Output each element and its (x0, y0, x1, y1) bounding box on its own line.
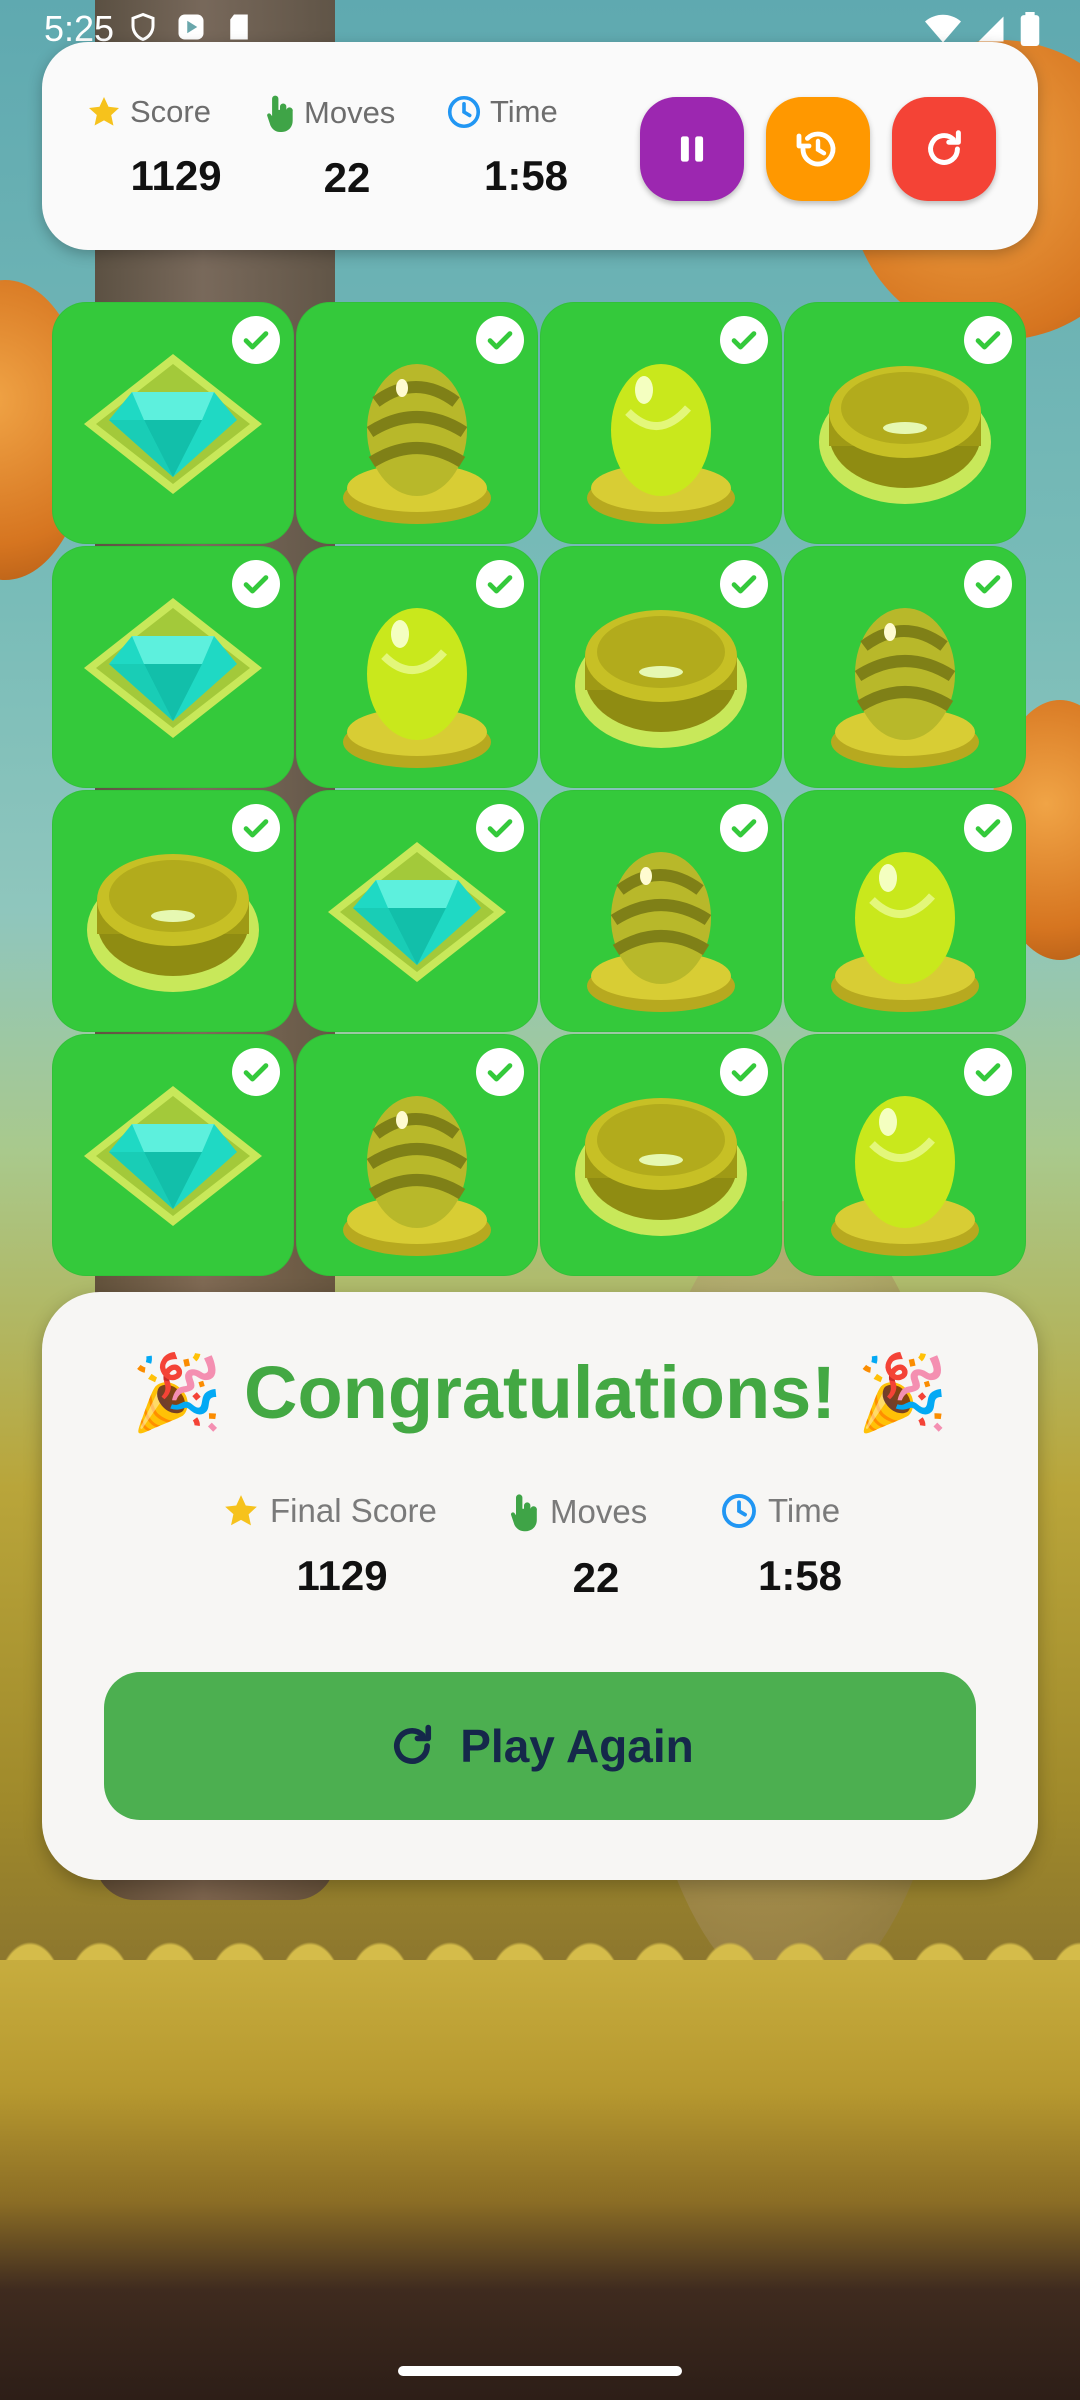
final-moves-value: 22 (572, 1554, 620, 1601)
score-value: 1129 (130, 152, 222, 199)
board-tile[interactable] (296, 1034, 538, 1276)
final-score-label: Final Score (270, 1492, 437, 1529)
pause-icon (680, 136, 704, 162)
board-tile[interactable] (540, 1034, 782, 1276)
check-icon (232, 316, 280, 364)
party-popper-icon: 🎉 (856, 1351, 949, 1434)
final-moves-label: Moves (550, 1493, 648, 1530)
congratulations-title: 🎉 Congratulations! 🎉 (42, 1350, 1038, 1437)
ground (0, 1960, 1080, 2400)
congratulations-dialog: 🎉 Congratulations! 🎉 Final Score 1129 Mo… (42, 1292, 1038, 1880)
check-icon (232, 804, 280, 852)
tap-hand-icon (267, 95, 293, 132)
check-icon (476, 316, 524, 364)
star-icon (225, 1495, 257, 1526)
check-icon (720, 804, 768, 852)
party-popper-icon: 🎉 (131, 1351, 224, 1434)
check-icon (232, 560, 280, 608)
final-time-value: 1:58 (757, 1552, 843, 1599)
sd-card-icon (224, 12, 254, 42)
board-tile[interactable] (540, 546, 782, 788)
refresh-icon (394, 1724, 432, 1764)
board-tile[interactable] (296, 302, 538, 544)
board-tile[interactable] (52, 790, 294, 1032)
check-icon (232, 1048, 280, 1096)
final-time-stat: Time 1:58 (720, 1492, 880, 1600)
check-icon (964, 316, 1012, 364)
refresh-icon (928, 130, 961, 165)
shield-icon (128, 12, 158, 42)
pause-button[interactable] (640, 97, 744, 201)
final-score-value: 1129 (296, 1552, 388, 1599)
clock-icon (447, 95, 481, 129)
score-label: Score (130, 94, 211, 129)
play-again-button[interactable]: Play Again (104, 1672, 976, 1820)
final-time-label: Time (768, 1492, 841, 1529)
check-icon (964, 804, 1012, 852)
board-tile[interactable] (784, 546, 1026, 788)
board-tile[interactable] (52, 546, 294, 788)
check-icon (720, 560, 768, 608)
game-board (52, 302, 1028, 1278)
board-tile[interactable] (296, 546, 538, 788)
moves-stat: Moves 22 (264, 94, 430, 202)
board-tile[interactable] (540, 302, 782, 544)
check-icon (964, 1048, 1012, 1096)
final-moves-stat: Moves 22 (508, 1492, 684, 1602)
board-tile[interactable] (540, 790, 782, 1032)
board-tile[interactable] (52, 302, 294, 544)
check-icon (476, 804, 524, 852)
board-tile[interactable] (784, 790, 1026, 1032)
time-value: 1:58 (483, 152, 569, 199)
battery-icon (1020, 12, 1040, 51)
board-tile[interactable] (784, 1034, 1026, 1276)
clock-icon (722, 1494, 756, 1528)
score-bar: Score 1129 Moves 22 Time 1:58 (42, 42, 1038, 250)
time-label: Time (490, 94, 558, 129)
history-button[interactable] (766, 97, 870, 201)
history-icon (796, 131, 836, 167)
check-icon (476, 1048, 524, 1096)
check-icon (964, 560, 1012, 608)
play-store-icon (176, 12, 206, 42)
star-icon (89, 97, 119, 126)
final-score-stat: Final Score 1129 (222, 1492, 462, 1600)
check-icon (720, 316, 768, 364)
moves-value: 22 (323, 154, 371, 201)
tap-hand-icon (510, 1494, 537, 1532)
board-tile[interactable] (784, 302, 1026, 544)
check-icon (476, 560, 524, 608)
play-again-label: Play Again (460, 1720, 694, 1772)
score-stat: Score 1129 (86, 94, 266, 200)
board-tile[interactable] (296, 790, 538, 1032)
restart-button[interactable] (892, 97, 996, 201)
board-tile[interactable] (52, 1034, 294, 1276)
moves-label: Moves (304, 95, 396, 130)
time-stat: Time 1:58 (446, 94, 606, 200)
congratulations-text: Congratulations! (244, 1351, 836, 1434)
status-notification-icons (128, 12, 254, 42)
check-icon (720, 1048, 768, 1096)
home-indicator[interactable] (398, 2366, 682, 2376)
